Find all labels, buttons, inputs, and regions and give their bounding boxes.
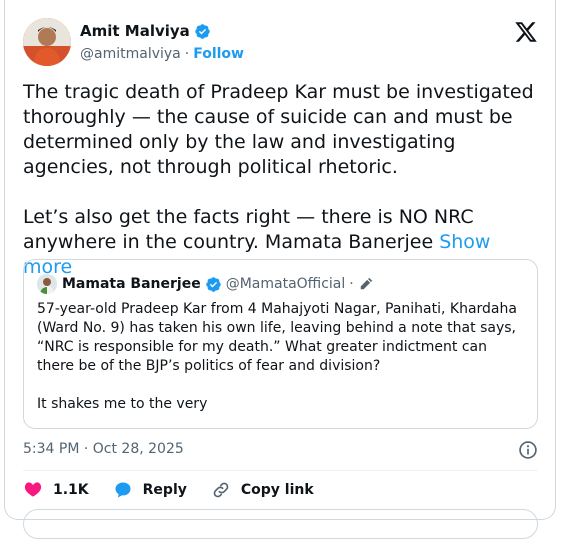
avatar-image (23, 18, 71, 66)
heart-icon (24, 482, 42, 497)
verified-badge-icon (194, 23, 211, 40)
quoted-paragraph-1: 57-year-old Pradeep Kar from 4 Mahajyoti… (37, 301, 517, 374)
tweet-timestamp[interactable]: 5:34 PM · Oct 28, 2025 (23, 441, 184, 457)
action-bar: 1.1K Reply Copy link (23, 480, 338, 500)
quoted-tweet[interactable]: Mamata Banerjee @MamataOfficial · 57-yea… (23, 259, 538, 429)
reply-bubble-icon (115, 482, 131, 498)
tweet-paragraph-2-text: Let’s also get the facts right — there i… (23, 206, 474, 253)
info-icon[interactable] (518, 440, 538, 460)
author-name[interactable]: Amit Malviya (80, 22, 190, 40)
author-avatar[interactable] (23, 18, 71, 66)
reply-label: Reply (142, 482, 187, 498)
author-handle-row: @amitmalviya · Follow (80, 46, 244, 62)
like-button[interactable]: 1.1K (23, 480, 89, 500)
x-logo-icon[interactable] (514, 20, 538, 44)
tweet-text: The tragic death of Pradeep Kar must be … (23, 80, 543, 280)
like-count: 1.1K (53, 482, 89, 498)
tweet-paragraph-1: The tragic death of Pradeep Kar must be … (23, 81, 534, 178)
reply-button[interactable]: Reply (113, 480, 187, 500)
edit-pencil-icon (359, 277, 373, 291)
read-replies-button[interactable] (23, 509, 538, 539)
separator-dot: · (349, 276, 354, 292)
copy-link-label: Copy link (240, 482, 314, 498)
quoted-paragraph-2: It shakes me to the very (37, 396, 208, 412)
quoted-author-name: Mamata Banerjee (62, 276, 201, 292)
quoted-tweet-header: Mamata Banerjee @MamataOfficial · (37, 274, 373, 294)
follow-button[interactable]: Follow (193, 46, 244, 62)
quoted-tweet-text: 57-year-old Pradeep Kar from 4 Mahajyoti… (37, 300, 527, 414)
quoted-author-avatar (37, 274, 57, 294)
link-icon (213, 482, 229, 498)
author-name-row: Amit Malviya (80, 22, 211, 40)
quoted-author-handle: @MamataOfficial (225, 276, 346, 292)
verified-badge-icon (205, 276, 222, 293)
divider (23, 470, 538, 471)
separator-dot: · (184, 46, 190, 62)
copy-link-button[interactable]: Copy link (211, 480, 314, 500)
author-handle[interactable]: @amitmalviya (80, 46, 181, 62)
